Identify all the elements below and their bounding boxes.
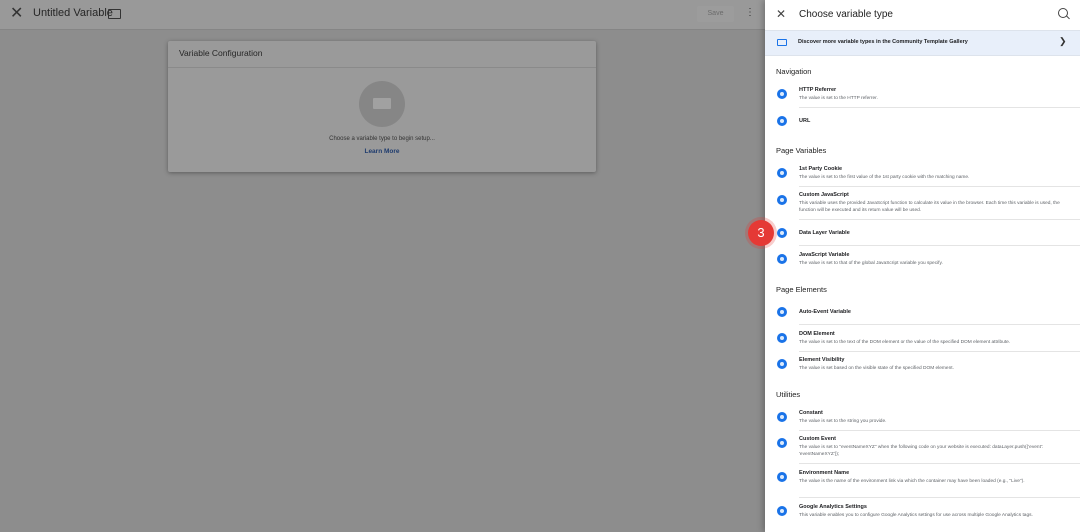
variable-type-1st-party-cookie[interactable]: 1st Party Cookie The value is set to the… bbox=[765, 161, 1080, 187]
gear-icon bbox=[777, 438, 787, 448]
item-description: The value is the name of the environment… bbox=[799, 479, 1025, 484]
variable-type-data-layer-variable[interactable]: Data Layer Variable bbox=[765, 220, 1080, 246]
section-page-variables: Page Variables bbox=[776, 146, 827, 155]
document-icon bbox=[777, 195, 787, 205]
item-name: Custom Event bbox=[799, 436, 836, 442]
item-name: Google Analytics Settings bbox=[799, 504, 867, 510]
learn-more-link[interactable]: Learn More bbox=[168, 148, 596, 155]
item-description: This variable uses the provided JavaScri… bbox=[799, 201, 1060, 213]
item-name: URL bbox=[799, 118, 811, 124]
section-navigation: Navigation bbox=[776, 67, 812, 76]
item-name: DOM Element bbox=[799, 331, 835, 337]
item-description: The value is set to the string you provi… bbox=[799, 419, 887, 424]
variable-type-auto-event-variable[interactable]: Auto-Event Variable bbox=[765, 299, 1080, 325]
section-page-elements: Page Elements bbox=[776, 285, 827, 294]
item-description: The value is set to that of the global J… bbox=[799, 261, 943, 266]
divider bbox=[799, 497, 1080, 498]
search-icon[interactable] bbox=[1058, 8, 1068, 18]
choose-variable-type-panel: ✕ Choose variable type Discover more var… bbox=[765, 0, 1080, 532]
folder-icon[interactable] bbox=[108, 9, 121, 19]
item-description: The value is set to the first value of t… bbox=[799, 175, 970, 180]
variable-type-environment-name[interactable]: Environment Name The value is the name o… bbox=[765, 465, 1080, 498]
globe-icon bbox=[777, 89, 787, 99]
more-vert-icon[interactable]: ⋮ bbox=[745, 8, 755, 18]
item-name: Custom JavaScript bbox=[799, 192, 849, 198]
item-description: This variable enables you to configure G… bbox=[799, 513, 1033, 518]
step-number-badge: 3 bbox=[748, 220, 774, 246]
variable-title[interactable]: Untitled Variable bbox=[33, 7, 113, 19]
document-icon bbox=[777, 228, 787, 238]
close-icon[interactable]: ✕ bbox=[776, 7, 786, 21]
variable-configuration-card[interactable]: Variable Configuration Choose a variable… bbox=[168, 41, 596, 172]
variable-type-http-referrer[interactable]: HTTP Referrer The value is set to the HT… bbox=[765, 82, 1080, 108]
variable-type-google-analytics-settings[interactable]: Google Analytics Settings This variable … bbox=[765, 499, 1080, 532]
panel-title: Choose variable type bbox=[799, 9, 893, 20]
item-description: The value is set to the text of the DOM … bbox=[799, 340, 1011, 345]
item-name: JavaScript Variable bbox=[799, 252, 850, 258]
variable-type-element-visibility[interactable]: Element Visibility The value is set base… bbox=[765, 352, 1080, 378]
banner-text: Discover more variable types in the Comm… bbox=[798, 39, 968, 45]
close-icon[interactable]: ✕ bbox=[10, 6, 24, 22]
item-description: The value is set to "eventNameXYZ" when … bbox=[799, 445, 1044, 457]
variable-type-dom-element[interactable]: DOM Element The value is set to the text… bbox=[765, 326, 1080, 352]
label-icon bbox=[777, 39, 787, 46]
divider bbox=[799, 463, 1080, 464]
item-name: Auto-Event Variable bbox=[799, 309, 851, 315]
item-name: Element Visibility bbox=[799, 357, 845, 363]
globe-icon bbox=[777, 116, 787, 126]
divider bbox=[799, 245, 1080, 246]
community-gallery-banner[interactable]: Discover more variable types in the Comm… bbox=[765, 30, 1080, 56]
gear-icon bbox=[777, 412, 787, 422]
item-name: Data Layer Variable bbox=[799, 230, 850, 236]
variable-type-url[interactable]: URL bbox=[765, 108, 1080, 134]
gear-icon bbox=[777, 472, 787, 482]
variable-type-constant[interactable]: Constant The value is set to the string … bbox=[765, 405, 1080, 431]
editor-header: ✕ Untitled Variable Save ⋮ bbox=[0, 0, 765, 30]
save-button[interactable]: Save bbox=[697, 6, 734, 22]
item-name: 1st Party Cookie bbox=[799, 166, 843, 172]
variable-editor: ✕ Untitled Variable Save ⋮ Variable Conf… bbox=[0, 0, 765, 532]
card-divider bbox=[168, 67, 596, 68]
item-name: Constant bbox=[799, 410, 823, 416]
variable-type-custom-javascript[interactable]: Custom JavaScript This variable uses the… bbox=[765, 187, 1080, 220]
gear-icon bbox=[777, 506, 787, 516]
code-icon bbox=[777, 333, 787, 343]
code-icon bbox=[777, 359, 787, 369]
code-icon bbox=[777, 307, 787, 317]
item-description: The value is set to the HTTP referrer. bbox=[799, 96, 878, 101]
item-name: HTTP Referrer bbox=[799, 87, 837, 93]
brick-icon bbox=[373, 98, 391, 109]
card-hint: Choose a variable type to begin setup... bbox=[329, 136, 435, 142]
variable-type-javascript-variable[interactable]: JavaScript Variable The value is set to … bbox=[765, 247, 1080, 273]
divider bbox=[799, 324, 1080, 325]
item-description: The value is set based on the visible st… bbox=[799, 366, 954, 371]
section-utilities: Utilities bbox=[776, 390, 801, 399]
document-icon bbox=[777, 254, 787, 264]
card-title: Variable Configuration bbox=[179, 48, 263, 58]
variable-type-custom-event[interactable]: Custom Event The value is set to "eventN… bbox=[765, 431, 1080, 464]
item-name: Environment Name bbox=[799, 470, 850, 476]
document-icon bbox=[777, 168, 787, 178]
chevron-right-icon: ❯ bbox=[1059, 36, 1067, 46]
